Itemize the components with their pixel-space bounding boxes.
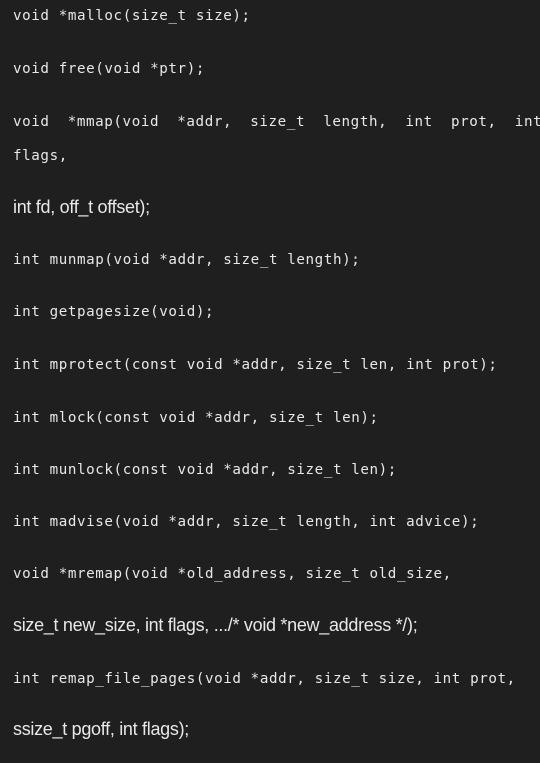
code-line-free: void free(void *ptr); bbox=[13, 61, 205, 77]
code-line-malloc: void *malloc(size_t size); bbox=[13, 8, 251, 24]
code-line-madvise: int madvise(void *addr, size_t length, i… bbox=[13, 514, 480, 530]
code-document: void *malloc(size_t size); void free(voi… bbox=[0, 0, 540, 763]
code-line-mremap: void *mremap(void *old_address, size_t o… bbox=[13, 566, 452, 582]
code-line-getpagesize: int getpagesize(void); bbox=[13, 304, 215, 320]
code-line-mmap-flags: flags, bbox=[13, 148, 68, 164]
code-line-mprotect: int mprotect(const void *addr, size_t le… bbox=[13, 357, 498, 373]
code-line-remap-file-pages: int remap_file_pages(void *addr, size_t … bbox=[13, 671, 516, 687]
code-line-munmap: int munmap(void *addr, size_t length); bbox=[13, 252, 361, 268]
code-line-mmap: void *mmap(void *addr, size_t length, in… bbox=[13, 114, 540, 130]
code-line-remap-file-pages-args: ssize_t pgoff, int flags); bbox=[13, 719, 189, 739]
code-line-mremap-args: size_t new_size, int flags, .../* void *… bbox=[13, 615, 418, 635]
code-line-mlock: int mlock(const void *addr, size_t len); bbox=[13, 410, 379, 426]
code-line-mmap-fd: int fd, off_t offset); bbox=[13, 197, 150, 217]
code-line-munlock: int munlock(const void *addr, size_t len… bbox=[13, 462, 397, 478]
